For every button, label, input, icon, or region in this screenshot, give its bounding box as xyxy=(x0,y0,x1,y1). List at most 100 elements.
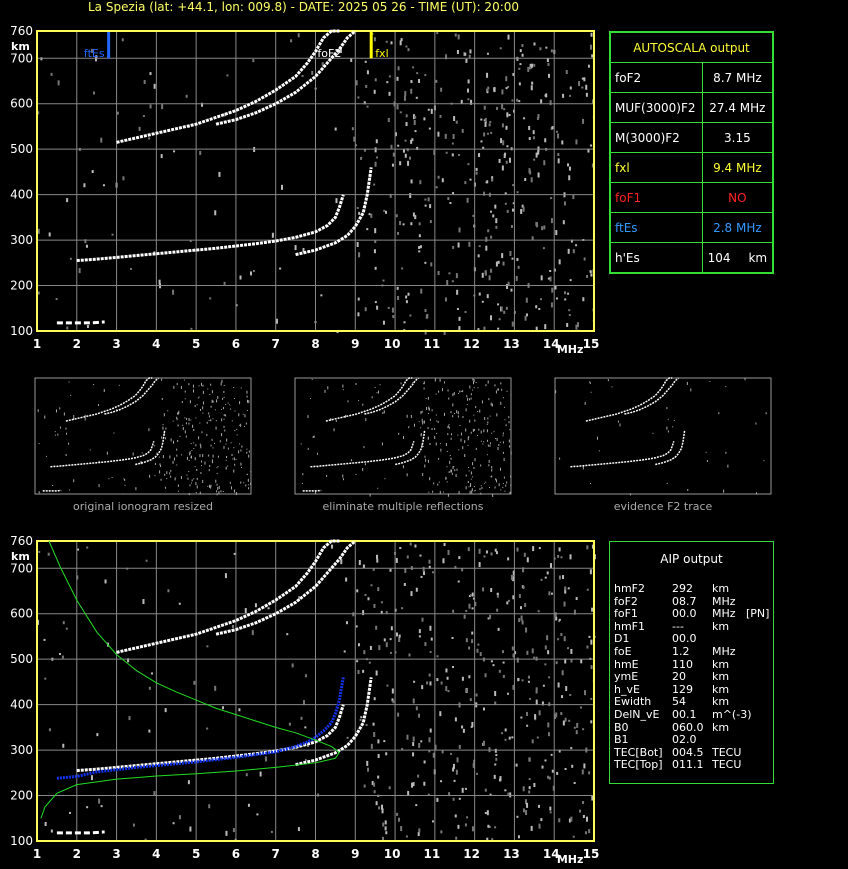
thumbnail-noise xyxy=(436,432,438,434)
autoscala-label: M(3000)F2 xyxy=(610,122,703,153)
thumbnail-noise xyxy=(164,473,166,476)
noise-dot xyxy=(164,708,167,713)
noise-dot xyxy=(524,178,527,182)
noise-dot xyxy=(294,245,297,251)
noise-dot xyxy=(560,695,563,699)
thumbnail-noise xyxy=(210,485,212,489)
noise-dot xyxy=(497,303,500,306)
noise-dot xyxy=(567,248,570,254)
noise-dot xyxy=(423,117,426,121)
thumbnail-noise xyxy=(500,489,502,491)
thumbnail-noise xyxy=(480,485,482,487)
thumbnail-noise xyxy=(250,471,252,473)
thumbnail-noise xyxy=(443,381,445,384)
noise-dot xyxy=(526,557,529,563)
noise-dot xyxy=(590,32,593,37)
noise-dot xyxy=(483,105,486,110)
noise-dot xyxy=(404,139,407,142)
thumbnail-noise xyxy=(311,378,313,380)
thumbnail-noise xyxy=(239,401,241,405)
thumbnail-noise xyxy=(190,482,192,484)
thumbnail-noise xyxy=(238,413,240,417)
thumbnail-noise xyxy=(208,469,210,472)
thumbnail-noise xyxy=(222,490,224,492)
thumbnail-noise xyxy=(584,401,586,405)
noise-dot xyxy=(441,750,444,754)
aip-value: 060.0 xyxy=(672,720,704,734)
noise-dot xyxy=(441,178,444,183)
noise-dot xyxy=(589,569,592,575)
noise-dot xyxy=(490,660,493,663)
noise-dot xyxy=(410,222,413,226)
thumbnail-noise xyxy=(227,447,229,450)
thumbnail-noise xyxy=(176,448,178,451)
thumbnail-noise xyxy=(307,447,309,450)
noise-dot xyxy=(532,136,535,140)
noise-dot xyxy=(100,805,103,808)
noise-dot xyxy=(528,66,531,70)
noise-dot xyxy=(586,274,589,278)
noise-dot xyxy=(362,610,365,616)
noise-dot xyxy=(415,96,418,99)
thumbnail-noise xyxy=(439,490,441,494)
noise-dot xyxy=(231,625,234,629)
noise-dot xyxy=(412,736,415,742)
thumbnail-noise xyxy=(486,429,488,433)
thumbnail-noise xyxy=(494,486,496,489)
thumbnail-noise xyxy=(347,400,349,403)
noise-dot xyxy=(530,177,533,183)
thumbnail-noise xyxy=(201,460,203,463)
thumbnail-noise xyxy=(198,436,200,440)
noise-dot xyxy=(153,83,156,89)
noise-dot xyxy=(414,544,417,548)
x-tick-label: 5 xyxy=(192,337,200,351)
thumbnail-noise xyxy=(666,482,668,484)
noise-dot xyxy=(569,94,572,97)
noise-dot xyxy=(482,740,485,746)
thumbnail-noise xyxy=(423,381,425,385)
noise-dot xyxy=(185,94,188,98)
noise-dot xyxy=(271,232,274,238)
thumbnail-noise xyxy=(316,452,318,455)
noise-dot xyxy=(142,599,145,605)
thumbnail-noise xyxy=(182,427,184,431)
noise-dot xyxy=(549,100,552,106)
noise-dot xyxy=(528,790,531,794)
thumbnail-noise xyxy=(508,421,510,424)
noise-dot xyxy=(362,669,365,673)
noise-dot xyxy=(389,651,392,654)
noise-dot xyxy=(494,748,497,753)
noise-dot xyxy=(398,817,401,822)
noise-dot xyxy=(555,661,558,665)
noise-dot xyxy=(415,587,418,592)
thumbnail-noise xyxy=(38,491,40,494)
noise-dot xyxy=(530,85,533,91)
thumbnail-noise xyxy=(406,414,408,418)
thumbnail-noise xyxy=(176,418,178,421)
thumbnail-noise xyxy=(247,478,249,482)
noise-dot xyxy=(505,125,508,130)
noise-dot xyxy=(581,77,584,80)
noise-dot xyxy=(418,222,421,226)
thumbnail-noise xyxy=(37,409,39,413)
noise-dot xyxy=(100,137,103,143)
noise-dot xyxy=(375,625,378,630)
noise-dot xyxy=(489,614,492,619)
autoscala-row: h'Es 104 km xyxy=(610,242,774,273)
thumbnail-noise xyxy=(383,410,385,414)
noise-dot xyxy=(476,648,479,653)
thumbnail-noise xyxy=(485,481,487,483)
aip-name: h_vE xyxy=(614,682,640,696)
noise-dot xyxy=(456,49,459,54)
autoscala-label: MUF(3000)F2 xyxy=(610,92,703,123)
noise-dot xyxy=(562,220,565,225)
thumbnail-noise xyxy=(307,415,309,419)
noise-dot xyxy=(420,740,423,743)
thumbnail-noise xyxy=(492,493,494,497)
thumbnail-noise xyxy=(186,417,188,420)
thumbnail-noise xyxy=(510,394,512,396)
aip-name: Ewidth xyxy=(614,695,652,709)
noise-dot xyxy=(358,643,361,647)
autoscala-row: foF2 8.7 MHz xyxy=(610,62,774,93)
noise-dot xyxy=(522,206,525,212)
